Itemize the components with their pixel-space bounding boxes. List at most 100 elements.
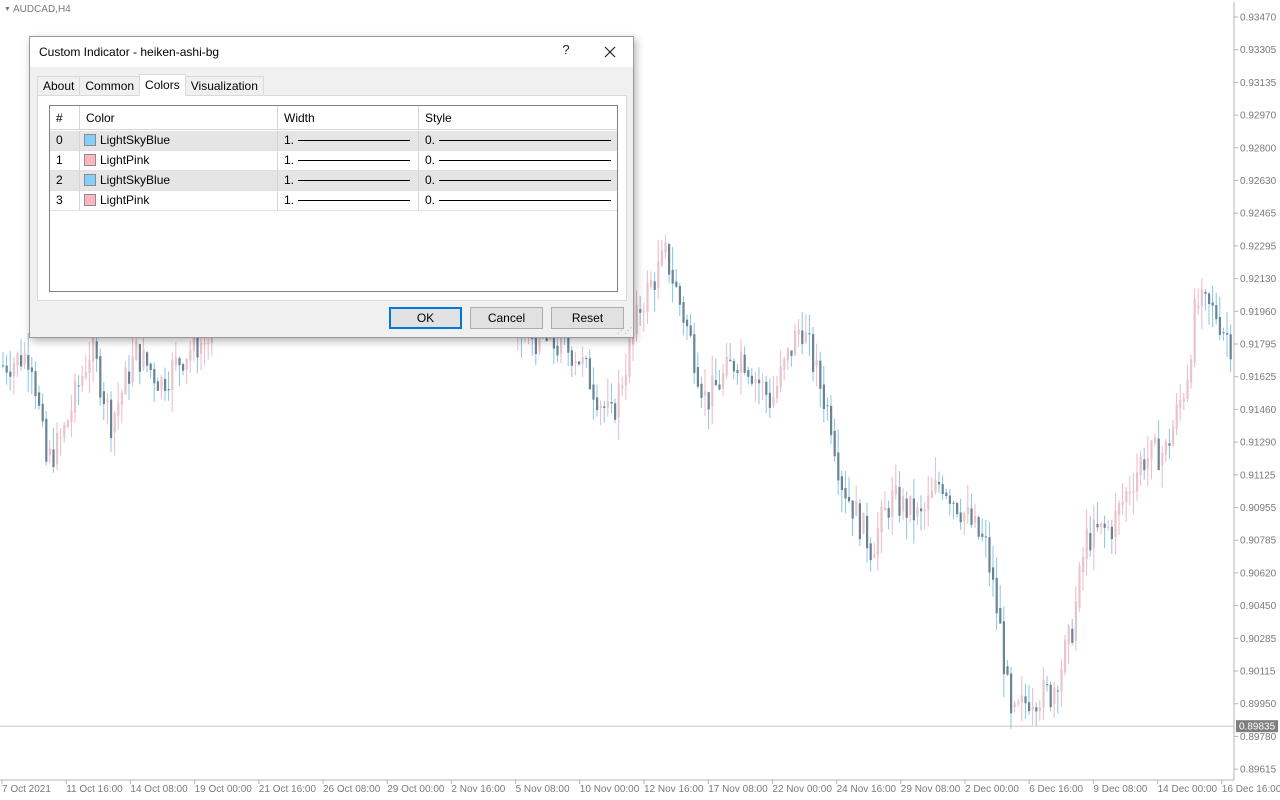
help-button[interactable]: ?: [558, 42, 574, 60]
candle-body: [610, 402, 613, 404]
candle-body: [1046, 684, 1049, 686]
candle-body: [77, 385, 80, 387]
price-axis-label: 0.92630: [1240, 176, 1277, 187]
candle-body: [995, 577, 998, 614]
table-row[interactable]: 1 LightPink 1. 0.: [50, 151, 617, 171]
price-axis-label: 0.91960: [1240, 307, 1277, 318]
color-cell[interactable]: LightPink: [80, 191, 278, 210]
candle-body: [99, 356, 102, 398]
candle-body: [1157, 438, 1160, 471]
time-axis-label: 11 Oct 16:00: [66, 784, 123, 795]
colors-grid[interactable]: # Color Width Style 0 LightSkyBlue 1. 0.…: [49, 105, 618, 292]
column-header-color[interactable]: Color: [80, 106, 278, 130]
candle-body: [106, 399, 109, 403]
close-icon: [604, 46, 616, 58]
candle-body: [41, 403, 44, 422]
candle-body: [606, 401, 609, 408]
candle-body: [174, 356, 177, 365]
time-axis-label: 29 Nov 08:00: [901, 784, 961, 795]
ok-button[interactable]: OK: [389, 307, 462, 329]
candle-body: [1110, 526, 1113, 539]
candle-body: [833, 430, 836, 457]
row-index: 1: [50, 151, 80, 170]
candle-body: [1204, 291, 1207, 294]
table-row[interactable]: 3 LightPink 1. 0.: [50, 191, 617, 211]
candle-body: [153, 369, 156, 384]
price-axis-label: 0.90285: [1240, 634, 1277, 645]
style-cell[interactable]: 0.: [419, 131, 617, 150]
candle-body: [1049, 684, 1052, 708]
width-value: 1.: [284, 133, 295, 147]
candle-body: [902, 496, 905, 512]
color-cell[interactable]: LightPink: [80, 151, 278, 170]
candle-body: [48, 448, 51, 456]
candle-body: [178, 358, 181, 366]
candle-body: [635, 304, 638, 334]
candle-body: [1193, 298, 1196, 363]
style-line-sample: [439, 160, 612, 162]
style-cell[interactable]: 0.: [419, 151, 617, 170]
candle-body: [124, 367, 127, 395]
candle-body: [1038, 707, 1041, 711]
candle-body: [1074, 601, 1077, 641]
candle-body: [797, 329, 800, 335]
candle-body: [567, 336, 570, 353]
price-axis-label: 0.91125: [1240, 470, 1276, 481]
candle-body: [617, 383, 620, 418]
candle-body: [92, 337, 95, 362]
column-header-width[interactable]: Width: [278, 106, 419, 130]
width-cell[interactable]: 1.: [278, 151, 419, 170]
candle-body: [16, 353, 19, 366]
style-line-sample: [439, 180, 612, 182]
color-cell[interactable]: LightSkyBlue: [80, 131, 278, 150]
candle-body: [588, 358, 591, 390]
tab-common[interactable]: Common: [79, 76, 141, 96]
candle-body: [873, 554, 876, 558]
color-name: LightSkyBlue: [100, 173, 171, 187]
style-cell[interactable]: 0.: [419, 191, 617, 210]
table-row[interactable]: 2 LightSkyBlue 1. 0.: [50, 171, 617, 191]
candle-body: [1215, 305, 1218, 320]
chart-menu-triangle-icon[interactable]: ▼: [4, 6, 11, 13]
column-header-index[interactable]: #: [50, 106, 80, 130]
candle-body: [848, 496, 851, 502]
close-button[interactable]: [600, 42, 620, 62]
candle-body: [1139, 456, 1142, 476]
candle-body: [110, 399, 113, 439]
candle-body: [534, 337, 537, 355]
width-cell[interactable]: 1.: [278, 191, 419, 210]
chart-symbol-title[interactable]: ▼ AUDCAD,H4: [4, 4, 71, 15]
time-axis-label: 14 Oct 08:00: [130, 784, 188, 795]
width-cell[interactable]: 1.: [278, 131, 419, 150]
candle-body: [851, 500, 854, 519]
candle-body: [682, 301, 685, 323]
tab-about[interactable]: About: [37, 76, 81, 96]
table-row[interactable]: 0 LightSkyBlue 1. 0.: [50, 131, 617, 151]
cancel-button[interactable]: Cancel: [470, 307, 543, 329]
candle-body: [1211, 302, 1214, 306]
candle-body: [1056, 690, 1059, 692]
dialog-tabs: About Common Colors Visualization: [37, 74, 264, 96]
candle-body: [898, 486, 901, 516]
width-line-sample: [298, 160, 411, 162]
candle-body: [1186, 379, 1189, 400]
candle-body: [63, 425, 66, 438]
tab-visualization[interactable]: Visualization: [184, 76, 264, 96]
candle-body: [722, 373, 725, 389]
style-cell[interactable]: 0.: [419, 171, 617, 190]
candle-body: [700, 383, 703, 398]
candle-body: [113, 413, 116, 433]
color-cell[interactable]: LightSkyBlue: [80, 171, 278, 190]
column-header-style[interactable]: Style: [419, 106, 617, 130]
candle-body: [88, 359, 91, 373]
candle-body: [664, 242, 667, 253]
candle-body: [984, 536, 987, 538]
width-cell[interactable]: 1.: [278, 171, 419, 190]
candle-body: [714, 380, 717, 386]
resize-grip-icon[interactable]: ⋰⋰: [617, 326, 632, 335]
reset-button[interactable]: Reset: [551, 307, 624, 329]
dialog-titlebar[interactable]: Custom Indicator - heiken-ashi-bg ?: [30, 37, 633, 67]
candle-body: [189, 349, 192, 361]
tab-colors[interactable]: Colors: [139, 74, 186, 96]
candle-body: [1082, 557, 1085, 573]
